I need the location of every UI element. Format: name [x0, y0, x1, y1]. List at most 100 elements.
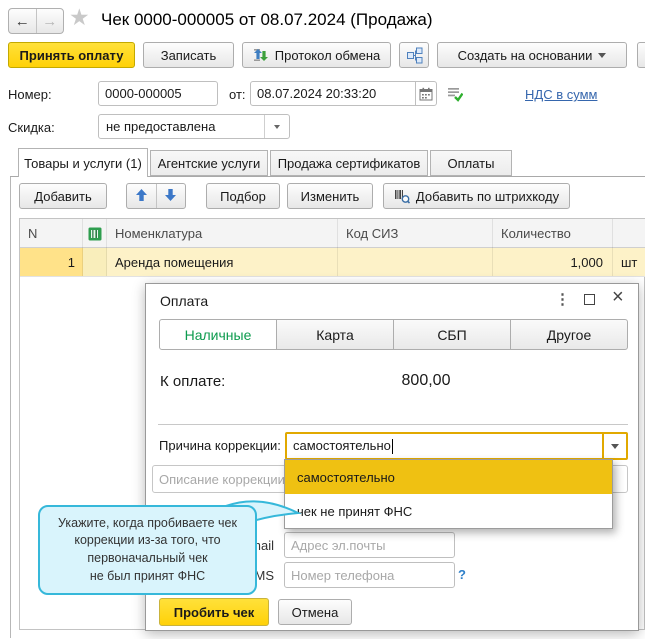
discount-dropdown-button[interactable]	[264, 115, 289, 138]
add-row-button[interactable]: Добавить	[19, 183, 107, 209]
sms-input[interactable]	[284, 562, 455, 588]
discount-combobox[interactable]: не предоставлена	[98, 114, 290, 139]
divider	[158, 424, 628, 425]
edit-button[interactable]: Изменить	[287, 183, 373, 209]
header-cell-quantity[interactable]: Количество	[493, 219, 613, 248]
correction-reason-label: Причина коррекции:	[159, 438, 281, 453]
submit-check-button[interactable]: Пробить чек	[159, 598, 269, 626]
correction-reason-value-wrap: самостоятельно	[287, 438, 602, 454]
tooltip: Укажите, когда пробиваете чек коррекции …	[38, 505, 257, 595]
date-label: от:	[229, 87, 246, 102]
header-cell-marking[interactable]	[83, 219, 107, 248]
pick-button[interactable]: Подбор	[206, 183, 280, 209]
row-cell-siz-code	[338, 248, 493, 276]
tooltip-line: коррекции из-за того, что	[74, 532, 220, 550]
exchange-arrows-icon	[253, 47, 269, 63]
chevron-down-icon	[274, 125, 280, 129]
marking-barcode-icon	[88, 227, 102, 241]
back-button[interactable]: ←	[9, 9, 37, 33]
comment-check-icon[interactable]	[446, 85, 463, 105]
dropdown-item-selected[interactable]: самостоятельно	[285, 460, 612, 494]
discount-value: не предоставлена	[99, 119, 264, 134]
dropdown-item-label: чек не принят ФНС	[297, 504, 412, 519]
arrow-down-icon	[164, 188, 177, 205]
tooltip-line: Укажите, когда пробиваете чек	[58, 515, 237, 533]
tab-agent-services[interactable]: Агентские услуги	[150, 150, 268, 176]
calendar-icon	[419, 87, 433, 101]
maximize-icon[interactable]	[584, 294, 595, 305]
row-cell-nomenclature: Аренда помещения	[107, 248, 338, 276]
payment-tab-card[interactable]: Карта	[276, 319, 394, 350]
exchange-protocol-label: Протокол обмена	[275, 48, 381, 63]
close-icon[interactable]: ×	[612, 286, 624, 309]
tab-label: Товары и услуги (1)	[24, 156, 142, 171]
correction-reason-value: самостоятельно	[293, 438, 391, 453]
payment-tab-sbp[interactable]: СБП	[393, 319, 511, 350]
header-cell-unit[interactable]	[613, 219, 645, 248]
correction-reason-dropdown-list: самостоятельно чек не принят ФНС	[284, 459, 613, 529]
header-cell-siz-code[interactable]: Код СИЗ	[338, 219, 493, 248]
vat-link[interactable]: НДС в сумм	[525, 87, 597, 102]
payment-tab-other[interactable]: Другое	[510, 319, 628, 350]
row-cell-unit: шт	[613, 248, 645, 276]
move-buttons-group	[126, 183, 186, 209]
application-window: ← → ★ Чек 0000-000005 от 08.07.2024 (Про…	[0, 0, 645, 639]
toolbar-partial-button[interactable]	[637, 42, 645, 68]
pick-label: Подбор	[220, 189, 266, 204]
tooltip-line: первоначальный чек	[87, 550, 207, 568]
header-cell-nomenclature[interactable]: Номенклатура	[107, 219, 338, 248]
tab-label: Агентские услуги	[158, 156, 261, 171]
tab-certificates[interactable]: Продажа сертификатов	[270, 150, 428, 176]
forward-arrow-icon: →	[42, 13, 57, 30]
tab-label: Оплаты	[448, 156, 495, 171]
cell-value: шт	[621, 255, 637, 270]
more-actions-icon[interactable]: ⋮	[555, 290, 570, 308]
tab-goods-services[interactable]: Товары и услуги (1)	[18, 148, 148, 177]
page-title: Чек 0000-000005 от 08.07.2024 (Продажа)	[101, 10, 433, 30]
cell-value: 1,000	[570, 255, 603, 270]
number-input[interactable]	[98, 81, 218, 106]
payment-tab-cash[interactable]: Наличные	[159, 319, 277, 350]
cancel-button[interactable]: Отмена	[278, 599, 352, 625]
save-label: Записать	[161, 48, 217, 63]
exchange-protocol-button[interactable]: Протокол обмена	[242, 42, 391, 68]
add-by-barcode-button[interactable]: Добавить по штрихкоду	[383, 183, 570, 209]
create-based-on-label: Создать на основании	[458, 48, 593, 63]
structure-icon	[406, 47, 423, 64]
save-button[interactable]: Записать	[143, 42, 234, 68]
tab-label: Продажа сертификатов	[278, 156, 421, 171]
help-icon[interactable]: ?	[458, 567, 466, 582]
move-down-button[interactable]	[157, 184, 186, 208]
row-cell-marking	[83, 248, 107, 276]
arrow-up-icon	[135, 188, 148, 205]
document-structure-button[interactable]	[399, 42, 429, 68]
correction-reason-combobox[interactable]: самостоятельно	[285, 432, 628, 460]
calendar-button[interactable]	[415, 81, 437, 106]
favorite-star-icon[interactable]: ★	[69, 4, 90, 31]
to-pay-label: К оплате:	[160, 373, 225, 390]
create-based-on-button[interactable]: Создать на основании	[437, 42, 627, 68]
tab-payments[interactable]: Оплаты	[430, 150, 512, 176]
payment-tab-label: Карта	[316, 327, 353, 343]
dropdown-item[interactable]: чек не принят ФНС	[285, 494, 612, 528]
chevron-down-icon	[611, 444, 619, 449]
move-up-button[interactable]	[127, 184, 157, 208]
accept-payment-button[interactable]: Принять оплату	[8, 42, 135, 68]
cancel-label: Отмена	[292, 605, 339, 620]
header-label: N	[28, 226, 37, 241]
dialog-title: Оплата	[160, 293, 208, 309]
add-by-barcode-label: Добавить по штрихкоду	[416, 189, 559, 204]
header-cell-n[interactable]: N	[20, 219, 83, 248]
accept-payment-label: Принять оплату	[20, 48, 124, 63]
correction-reason-dropdown-button[interactable]	[602, 434, 626, 458]
date-input[interactable]	[250, 81, 416, 106]
nav-group: ← →	[8, 8, 64, 34]
form-group-left-border	[10, 176, 11, 638]
email-input[interactable]	[284, 532, 455, 558]
edit-label: Изменить	[301, 189, 360, 204]
number-label: Номер:	[8, 87, 52, 102]
back-arrow-icon: ←	[15, 13, 30, 30]
forward-button[interactable]: →	[37, 9, 64, 33]
add-label: Добавить	[34, 189, 91, 204]
header-label: Количество	[501, 226, 571, 241]
